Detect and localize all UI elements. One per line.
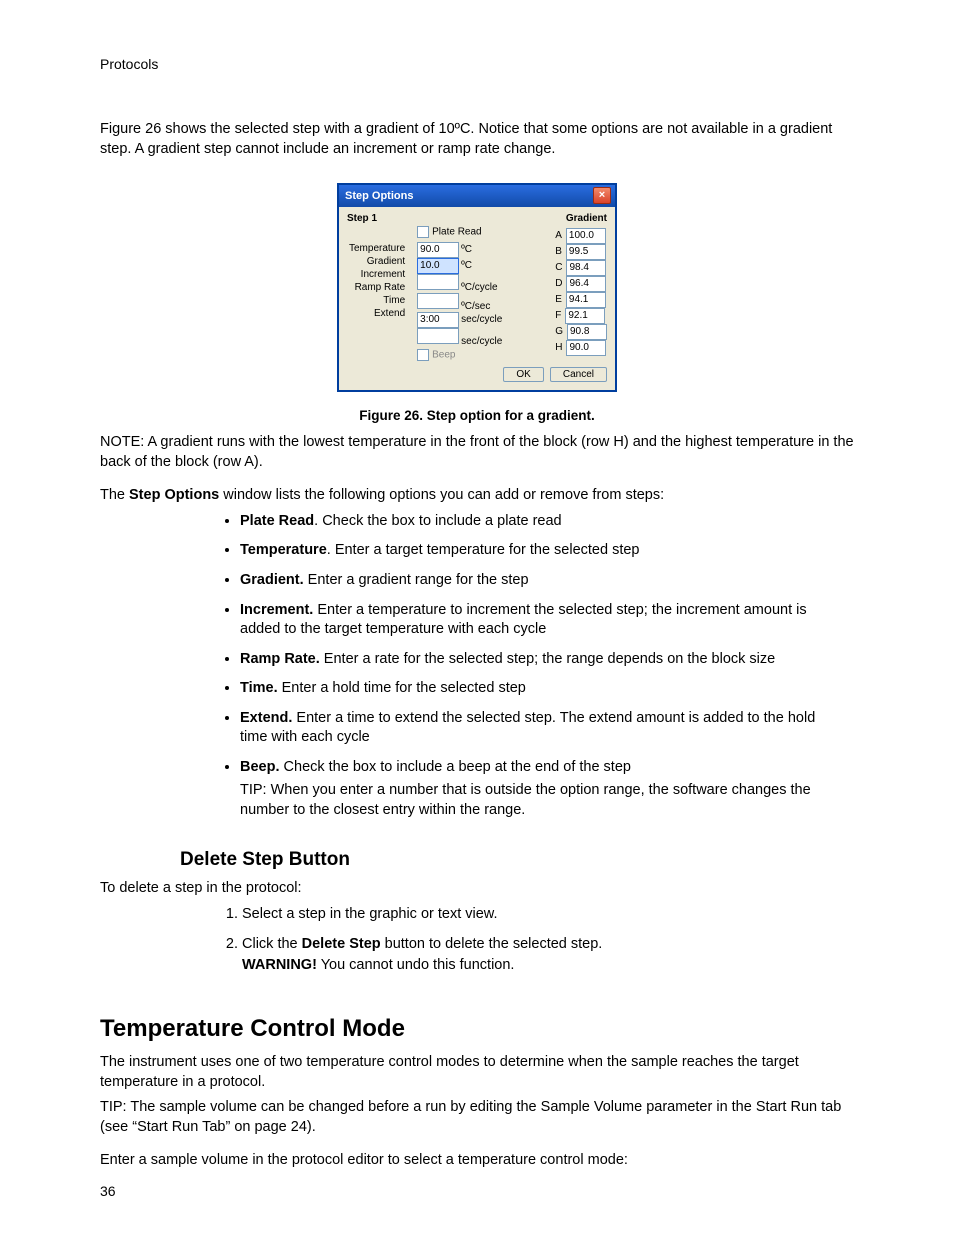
- list-item: Temperature. Enter a target temperature …: [240, 541, 854, 561]
- tcm-para2: Enter a sample volume in the protocol ed…: [100, 1151, 854, 1171]
- beep-checkbox[interactable]: [417, 349, 429, 361]
- options-intro: The Step Options window lists the follow…: [100, 486, 854, 506]
- beep-label: Beep: [432, 350, 455, 361]
- delete-step-heading: Delete Step Button: [180, 849, 854, 871]
- figure-caption: Figure 26. Step option for a gradient.: [100, 408, 854, 423]
- delete-intro: To delete a step in the protocol:: [100, 879, 854, 899]
- delete-steps-list: Select a step in the graphic or text vie…: [100, 904, 854, 975]
- grad-cell: 100.0: [566, 228, 606, 244]
- list-item: Time. Enter a hold time for the selected…: [240, 679, 854, 699]
- options-list: Plate Read. Check the box to include a p…: [100, 512, 854, 821]
- grad-cell: 94.1: [566, 292, 606, 308]
- tip-text: TIP: When you enter a number that is out…: [240, 781, 824, 820]
- close-icon[interactable]: ×: [593, 187, 611, 204]
- row-label: Extend: [347, 307, 407, 320]
- ok-button[interactable]: OK: [503, 367, 543, 382]
- grad-cell: 90.8: [567, 324, 607, 340]
- step-label: Step 1: [347, 213, 377, 224]
- row-label: Time: [347, 294, 407, 307]
- grad-cell: 92.1: [565, 308, 605, 324]
- row-label: Gradient: [347, 255, 407, 268]
- row-label: Ramp Rate: [347, 281, 407, 294]
- tcm-tip: TIP: The sample volume can be changed be…: [100, 1098, 854, 1137]
- plate-read-checkbox[interactable]: [417, 226, 429, 238]
- page-number: 36: [100, 1183, 116, 1199]
- running-head: Protocols: [100, 56, 854, 72]
- grad-cell: 90.0: [566, 340, 606, 356]
- cancel-button[interactable]: Cancel: [550, 367, 607, 382]
- gradient-heading: Gradient: [566, 213, 607, 224]
- increment-field[interactable]: [417, 274, 459, 290]
- gradient-field[interactable]: 10.0: [417, 258, 459, 274]
- list-item: Ramp Rate. Enter a rate for the selected…: [240, 650, 854, 670]
- tcm-heading: Temperature Control Mode: [100, 1015, 854, 1043]
- list-item: Beep. Check the box to include a beep at…: [240, 758, 854, 821]
- list-item: Click the Delete Step button to delete t…: [242, 934, 854, 975]
- row-label: Temperature: [347, 242, 407, 255]
- grad-cell: 98.4: [566, 260, 606, 276]
- list-item: Extend. Enter a time to extend the selec…: [240, 709, 854, 748]
- list-item: Gradient. Enter a gradient range for the…: [240, 571, 854, 591]
- grad-cell: 96.4: [566, 276, 606, 292]
- list-item: Select a step in the graphic or text vie…: [242, 904, 854, 924]
- row-label: Increment: [347, 268, 407, 281]
- grad-cell: 99.5: [566, 244, 606, 260]
- ramp-field[interactable]: [417, 293, 459, 309]
- dialog-title: Step Options: [345, 190, 413, 202]
- intro-paragraph: Figure 26 shows the selected step with a…: [100, 120, 854, 159]
- note-text: NOTE: A gradient runs with the lowest te…: [100, 433, 854, 472]
- tcm-para1: The instrument uses one of two temperatu…: [100, 1053, 854, 1092]
- step-options-dialog: Step Options × Step 1 Gradient Temperatu…: [337, 183, 617, 392]
- list-item: Increment. Enter a temperature to increm…: [240, 601, 854, 640]
- extend-field[interactable]: [417, 328, 459, 344]
- list-item: Plate Read. Check the box to include a p…: [240, 512, 854, 532]
- plate-read-label: Plate Read: [432, 227, 481, 238]
- time-field[interactable]: 3:00: [417, 312, 459, 328]
- temperature-field[interactable]: 90.0: [417, 242, 459, 258]
